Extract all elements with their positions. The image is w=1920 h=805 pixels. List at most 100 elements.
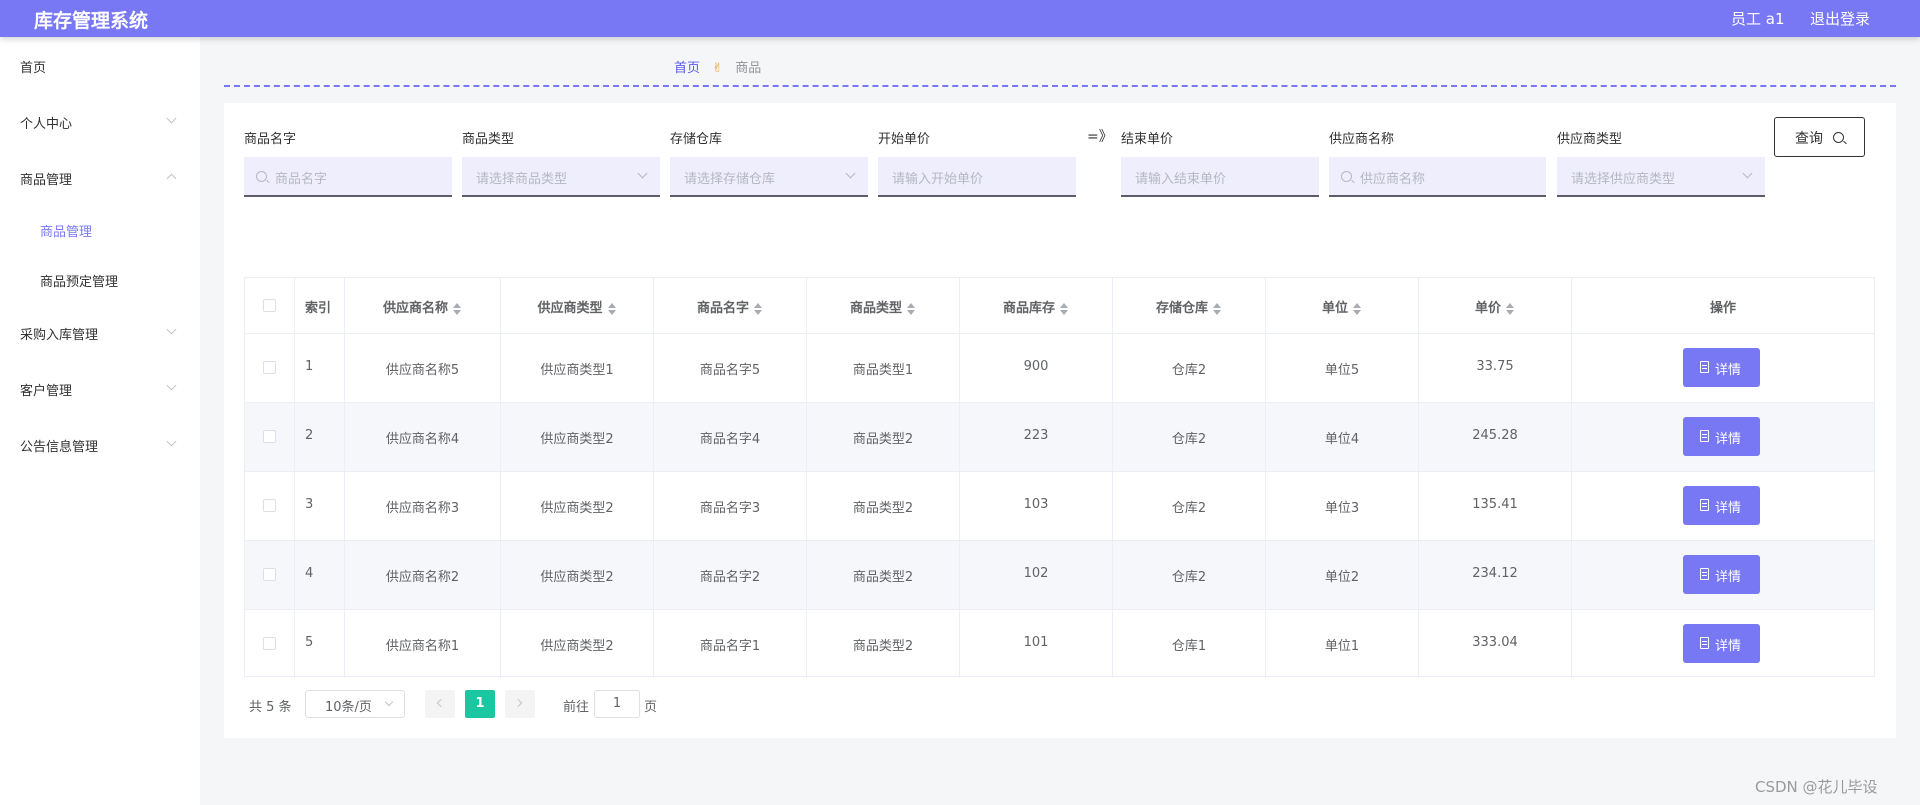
select-all-checkbox[interactable] (263, 299, 276, 312)
cell-value: 商品名字5 (699, 363, 761, 378)
filter-label-price-start: 开始单价 (878, 132, 931, 147)
table-cell: 103 (960, 472, 1113, 540)
table-cell: 5 (295, 610, 345, 678)
filter-label-supplier-type: 供应商类型 (1557, 132, 1623, 147)
query-button[interactable]: 查询 (1774, 117, 1865, 157)
current-user: 员工 a1 (1731, 10, 1785, 28)
detail-button-label: 详情 (1715, 570, 1742, 585)
sidebar-item-profile[interactable]: 个人中心 (0, 101, 200, 141)
detail-button-label: 详情 (1715, 363, 1742, 378)
filter-label-goods-type: 商品类型 (462, 132, 515, 147)
column-header[interactable]: 供应商类型 (501, 278, 654, 333)
cell-value: 仓库2 (1171, 363, 1207, 378)
goods-name-input[interactable]: 商品名字 (244, 157, 452, 197)
goods-type-select[interactable]: 请选择商品类型 (462, 157, 660, 197)
table-cell: 仓库2 (1113, 334, 1266, 402)
detail-button[interactable]: 详情 (1683, 555, 1760, 594)
cell-value: 101 (1023, 635, 1049, 650)
cell-value: 223 (1023, 428, 1049, 443)
column-header[interactable]: 存储仓库 (1113, 278, 1266, 333)
goto-page-input[interactable]: 1 (594, 690, 640, 718)
cell-value: 供应商类型2 (540, 570, 614, 585)
next-page-button[interactable] (505, 690, 535, 718)
action-cell: 详情 (1572, 541, 1874, 609)
chevron-down-icon (166, 113, 177, 124)
goto-suffix: 页 (644, 700, 658, 715)
column-header[interactable]: 索引 (295, 278, 345, 333)
cell-value: 单位1 (1324, 639, 1360, 654)
table-cell: 245.28 (1419, 403, 1572, 471)
cell-value: 102 (1023, 566, 1049, 581)
watermark: CSDN @花儿毕设 (1755, 778, 1878, 796)
document-icon (1700, 430, 1709, 442)
table-cell: 商品类型2 (807, 472, 960, 540)
detail-button[interactable]: 详情 (1683, 348, 1760, 387)
table-cell: 单位3 (1266, 472, 1419, 540)
detail-button[interactable]: 详情 (1683, 417, 1760, 456)
input-placeholder: 请输入开始单价 (892, 172, 984, 187)
range-separator: =》 (1087, 129, 1113, 145)
row-checkbox[interactable] (263, 361, 276, 374)
sidebar-item-home[interactable]: 首页 (0, 45, 200, 85)
cell-value: 供应商类型1 (540, 363, 614, 378)
table-row: 5 供应商名称1 供应商类型2 商品名字1 商品类型2 101 仓库1 单位1 333.04 详情 (245, 609, 1874, 678)
table-cell: 1 (295, 334, 345, 402)
supplier-name-input[interactable]: 供应商名称 (1329, 157, 1546, 197)
logout-link[interactable]: 退出登录 (1810, 8, 1870, 29)
table-cell: 供应商类型2 (501, 541, 654, 609)
cell-value: 商品类型2 (852, 432, 914, 447)
column-header[interactable]: 商品名字 (654, 278, 807, 333)
row-checkbox[interactable] (263, 637, 276, 650)
cell-value: 商品名字2 (699, 570, 761, 585)
table-cell: 223 (960, 403, 1113, 471)
sidebar-item-label: 客户管理 (20, 384, 73, 399)
sort-icon (1352, 302, 1362, 315)
sidebar-item-purchase[interactable]: 采购入库管理 (0, 312, 200, 352)
sidebar-subitem-reservation[interactable]: 商品预定管理 (0, 259, 200, 299)
sidebar-item-notices[interactable]: 公告信息管理 (0, 424, 200, 464)
row-select-cell (245, 472, 295, 540)
cell-value: 仓库2 (1171, 501, 1207, 516)
row-checkbox[interactable] (263, 499, 276, 512)
input-placeholder: 请输入结束单价 (1135, 172, 1227, 187)
cell-value: 333.04 (1472, 635, 1518, 650)
sidebar-item-label: 首页 (20, 61, 47, 76)
sidebar-subitem-goods[interactable]: 商品管理 (0, 209, 200, 249)
row-select-cell (245, 541, 295, 609)
cell-value: 供应商名称2 (385, 570, 460, 585)
column-header[interactable]: 单位 (1266, 278, 1419, 333)
action-cell: 详情 (1572, 610, 1874, 678)
select-all-header (245, 278, 295, 333)
cell-value: 仓库1 (1171, 639, 1207, 654)
warehouse-select[interactable]: 请选择存储仓库 (670, 157, 868, 197)
table-cell: 102 (960, 541, 1113, 609)
cell-value: 供应商名称5 (385, 363, 460, 378)
cell-value: 234.12 (1472, 566, 1518, 581)
sidebar-item-goods[interactable]: 商品管理 (0, 157, 200, 197)
input-placeholder: 请选择存储仓库 (684, 172, 776, 187)
cell-value: 商品类型2 (852, 639, 914, 654)
column-header[interactable]: 商品库存 (960, 278, 1113, 333)
prev-page-button[interactable] (425, 690, 455, 718)
detail-button[interactable]: 详情 (1683, 624, 1760, 663)
breadcrumb-home[interactable]: 首页 (674, 61, 700, 76)
table-cell: 供应商名称1 (345, 610, 501, 678)
table-cell: 供应商名称5 (345, 334, 501, 402)
column-header[interactable]: 供应商名称 (345, 278, 501, 333)
supplier-type-select[interactable]: 请选择供应商类型 (1557, 157, 1765, 197)
price-start-input[interactable]: 请输入开始单价 (878, 157, 1076, 197)
table-cell: 2 (295, 403, 345, 471)
page-number-current[interactable]: 1 (465, 690, 495, 718)
table-cell: 仓库2 (1113, 403, 1266, 471)
row-checkbox[interactable] (263, 430, 276, 443)
column-header[interactable]: 商品类型 (807, 278, 960, 333)
sidebar-item-customers[interactable]: 客户管理 (0, 368, 200, 408)
detail-button[interactable]: 详情 (1683, 486, 1760, 525)
page-size-select[interactable]: 10条/页 (305, 690, 405, 718)
row-checkbox[interactable] (263, 568, 276, 581)
breadcrumb: 首页 ✌ 商品 (674, 57, 761, 76)
column-header[interactable]: 单价 (1419, 278, 1572, 333)
price-end-input[interactable]: 请输入结束单价 (1121, 157, 1319, 197)
chevron-down-icon (637, 168, 648, 179)
sort-icon (1505, 302, 1515, 315)
